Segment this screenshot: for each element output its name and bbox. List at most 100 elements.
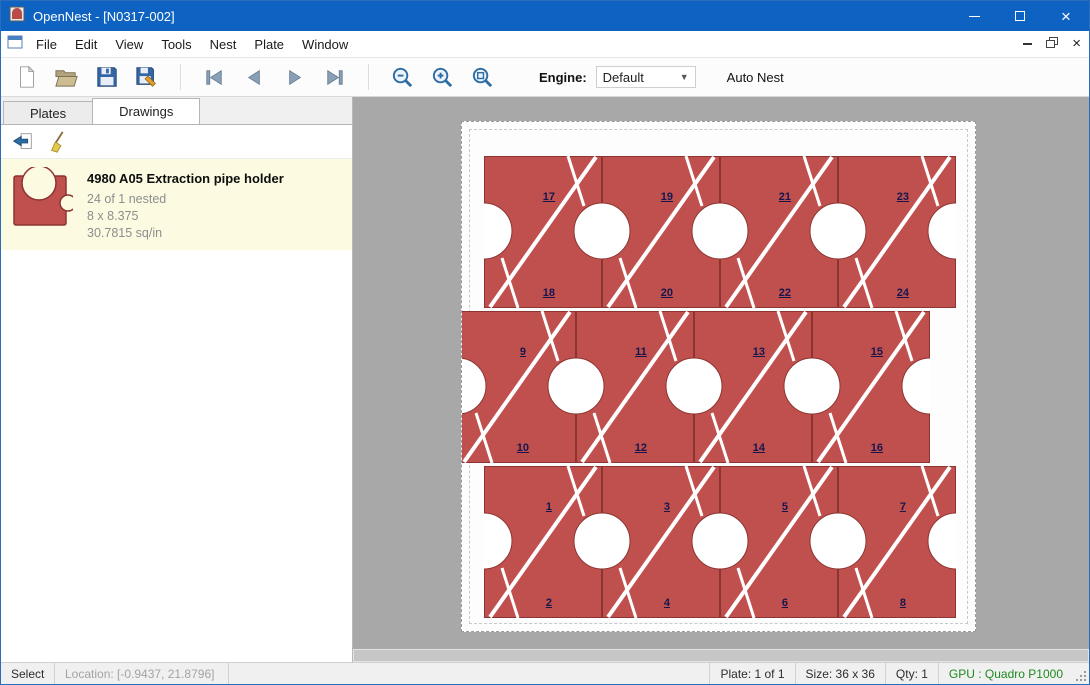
go-first-button[interactable] (199, 62, 230, 93)
part-number: 21 (779, 191, 791, 203)
left-panel: Plates Drawings (1, 97, 353, 662)
part-pair-graphic (602, 466, 720, 618)
zoom-in-button[interactable] (427, 62, 458, 93)
go-last-button[interactable] (319, 62, 350, 93)
part-number: 12 (635, 442, 647, 454)
part-number: 24 (897, 287, 909, 299)
nested-part-pair[interactable]: 23 24 (838, 156, 956, 308)
part-number: 6 (782, 597, 788, 609)
save-edit-button[interactable] (131, 62, 162, 93)
status-gpu: GPU : Quadro P1000 (938, 663, 1073, 684)
menu-tools[interactable]: Tools (152, 32, 200, 57)
menu-view[interactable]: View (106, 32, 152, 57)
go-next-button[interactable] (279, 62, 310, 93)
new-button[interactable] (11, 62, 42, 93)
part-number: 9 (520, 346, 526, 358)
go-next-icon (282, 65, 307, 90)
part-pair-graphic (484, 466, 602, 618)
part-number: 13 (753, 346, 765, 358)
zoom-out-button[interactable] (387, 62, 418, 93)
drawing-area: 30.7815 sq/in (87, 225, 284, 242)
part-number: 5 (782, 501, 788, 513)
engine-value: Default (603, 70, 644, 85)
content-area: Plates Drawings (1, 97, 1089, 662)
part-number: 20 (661, 287, 673, 299)
open-button[interactable] (51, 62, 82, 93)
part-pair-graphic (602, 156, 720, 308)
mdi-minimize-icon (1023, 43, 1032, 45)
menu-window[interactable]: Window (293, 32, 357, 57)
horizontal-scrollbar[interactable] (353, 649, 1089, 662)
nested-part-pair[interactable]: 1920 (602, 156, 720, 308)
part-number: 19 (661, 191, 673, 203)
part-pair-graphic (694, 311, 812, 463)
go-previous-button[interactable] (239, 62, 270, 93)
nested-part-pair[interactable]: 910 (461, 311, 576, 463)
engine-select[interactable]: Default ▼ (596, 66, 696, 88)
nested-part-pair[interactable]: 34 (602, 466, 720, 618)
nested-part-pair[interactable]: 1718 (484, 156, 602, 308)
minimize-button[interactable] (951, 1, 997, 31)
status-location: Location: [-0.9437, 21.8796] (55, 663, 229, 684)
menu-plate[interactable]: Plate (245, 32, 293, 57)
toolbar-separator (368, 64, 369, 90)
nested-part-pair[interactable]: 56 (720, 466, 838, 618)
app-icon (9, 6, 25, 27)
maximize-button[interactable] (997, 1, 1043, 31)
mdi-close-button[interactable]: × (1072, 35, 1081, 53)
part-number: 11 (635, 346, 647, 358)
part-number: 17 (543, 191, 555, 203)
drawing-nested-count: 24 of 1 nested (87, 191, 284, 208)
app-window: OpenNest - [N0317-002] × File Edit View … (0, 0, 1090, 685)
part-number: 1 (546, 501, 552, 513)
part-pair-graphic (720, 156, 838, 308)
menu-edit[interactable]: Edit (66, 32, 106, 57)
nested-part-pair[interactable]: 11 12 (576, 311, 694, 463)
tab-drawings[interactable]: Drawings (92, 98, 200, 124)
chevron-down-icon: ▼ (680, 72, 689, 82)
mdi-document-icon (7, 35, 23, 54)
nested-part-pair[interactable]: 12 (484, 466, 602, 618)
part-pair-graphic (838, 466, 956, 618)
nested-part-pair[interactable]: 78 (838, 466, 956, 618)
window-title: OpenNest - [N0317-002] (33, 9, 175, 24)
close-button[interactable]: × (1043, 1, 1089, 31)
new-file-icon (15, 65, 39, 89)
part-number: 23 (897, 191, 909, 203)
zoom-fit-button[interactable] (467, 62, 498, 93)
status-size: Size: 36 x 36 (795, 663, 885, 684)
clean-button[interactable] (45, 128, 73, 156)
part-number: 18 (543, 287, 555, 299)
mdi-close-icon: × (1072, 35, 1081, 52)
drawing-list-item[interactable]: 4980 A05 Extraction pipe holder 24 of 1 … (1, 159, 352, 250)
part-pair-graphic (838, 156, 956, 308)
drawings-toolbar (1, 125, 352, 159)
part-number: 22 (779, 287, 791, 299)
zoom-fit-icon (470, 65, 495, 90)
horizontal-scrollbar-thumb[interactable] (354, 650, 1088, 661)
mdi-restore-button[interactable] (1046, 35, 1058, 53)
zoom-in-icon (430, 65, 455, 90)
menu-file[interactable]: File (27, 32, 66, 57)
nested-part-pair[interactable]: 1314 (694, 311, 812, 463)
auto-nest-button[interactable]: Auto Nest (727, 70, 784, 85)
menu-nest[interactable]: Nest (201, 32, 246, 57)
part-pair-graphic (576, 311, 694, 463)
nested-part-pair[interactable]: 21 22 (720, 156, 838, 308)
save-icon (95, 65, 119, 89)
resize-grip[interactable] (1073, 663, 1089, 684)
replace-drawing-button[interactable] (9, 128, 37, 156)
tab-strip: Plates Drawings (1, 97, 352, 124)
plate: 171819202122232491011121314151612345678 (461, 121, 976, 632)
save-button[interactable] (91, 62, 122, 93)
title-bar: OpenNest - [N0317-002] × (1, 1, 1089, 31)
nested-part-pair[interactable]: 1516 (812, 311, 930, 463)
part-number: 7 (900, 501, 906, 513)
drawings-panel: 4980 A05 Extraction pipe holder 24 of 1 … (1, 124, 352, 662)
go-last-icon (322, 65, 347, 90)
mdi-minimize-button[interactable] (1023, 43, 1032, 45)
nest-canvas[interactable]: 171819202122232491011121314151612345678 (353, 97, 1089, 662)
broom-icon (47, 130, 71, 154)
tab-plates[interactable]: Plates (3, 101, 93, 124)
menu-bar: File Edit View Tools Nest Plate Window × (1, 31, 1089, 58)
